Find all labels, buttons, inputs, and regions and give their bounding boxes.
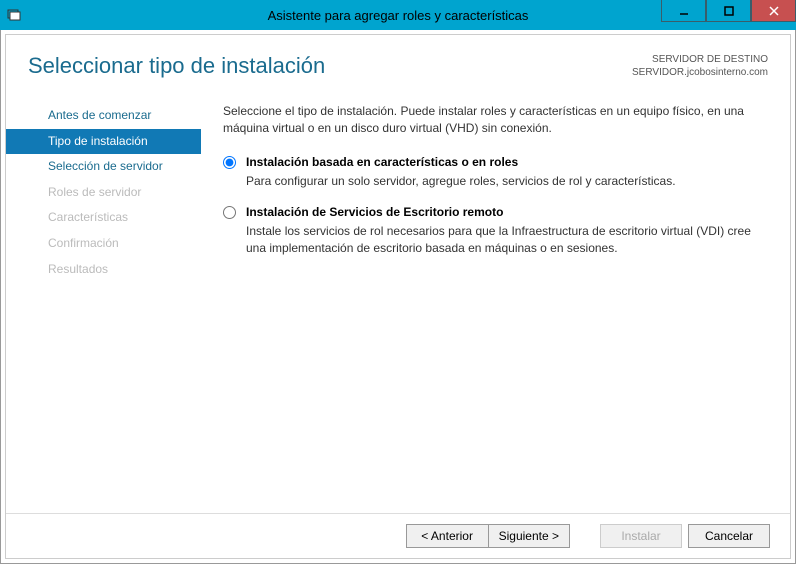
sidebar-item-features: Características (6, 205, 201, 231)
sidebar-item-server-roles: Roles de servidor (6, 180, 201, 206)
sidebar-item-results: Resultados (6, 257, 201, 283)
app-icon (6, 7, 22, 23)
next-button[interactable]: Siguiente > (488, 524, 570, 548)
page-title: Seleccionar tipo de instalación (28, 53, 325, 79)
destination-server-name: SERVIDOR.jcobosinterno.com (632, 66, 768, 79)
wizard-sidebar: Antes de comenzar Tipo de instalación Se… (6, 93, 201, 282)
install-button: Instalar (600, 524, 682, 548)
option-desc: Instale los servicios de rol necesarios … (246, 223, 762, 257)
minimize-button[interactable] (661, 0, 706, 22)
window-controls (661, 0, 796, 30)
sidebar-item-before-begin[interactable]: Antes de comenzar (6, 103, 201, 129)
cancel-button[interactable]: Cancelar (688, 524, 770, 548)
destination-label: SERVIDOR DE DESTINO (632, 53, 768, 66)
option-remote-desktop[interactable]: Instalación de Servicios de Escritorio r… (223, 205, 762, 257)
radio-role-based[interactable] (223, 156, 236, 169)
maximize-button[interactable] (706, 0, 751, 22)
option-title: Instalación de Servicios de Escritorio r… (246, 205, 762, 219)
option-desc: Para configurar un solo servidor, agregu… (246, 173, 762, 190)
close-button[interactable] (751, 0, 796, 22)
destination-info: SERVIDOR DE DESTINO SERVIDOR.jcobosinter… (632, 53, 768, 79)
radio-remote-desktop[interactable] (223, 206, 236, 219)
option-role-based[interactable]: Instalación basada en características o … (223, 155, 762, 190)
option-title: Instalación basada en características o … (246, 155, 762, 169)
intro-text: Seleccione el tipo de instalación. Puede… (223, 103, 762, 137)
main-panel: Seleccione el tipo de instalación. Puede… (201, 93, 790, 282)
header: Seleccionar tipo de instalación SERVIDOR… (6, 35, 790, 93)
sidebar-item-confirmation: Confirmación (6, 231, 201, 257)
sidebar-item-server-selection[interactable]: Selección de servidor (6, 154, 201, 180)
sidebar-item-installation-type[interactable]: Tipo de instalación (6, 129, 201, 155)
previous-button[interactable]: < Anterior (406, 524, 488, 548)
wizard-footer: < Anterior Siguiente > Instalar Cancelar (6, 513, 790, 558)
titlebar: Asistente para agregar roles y caracterí… (0, 0, 796, 30)
